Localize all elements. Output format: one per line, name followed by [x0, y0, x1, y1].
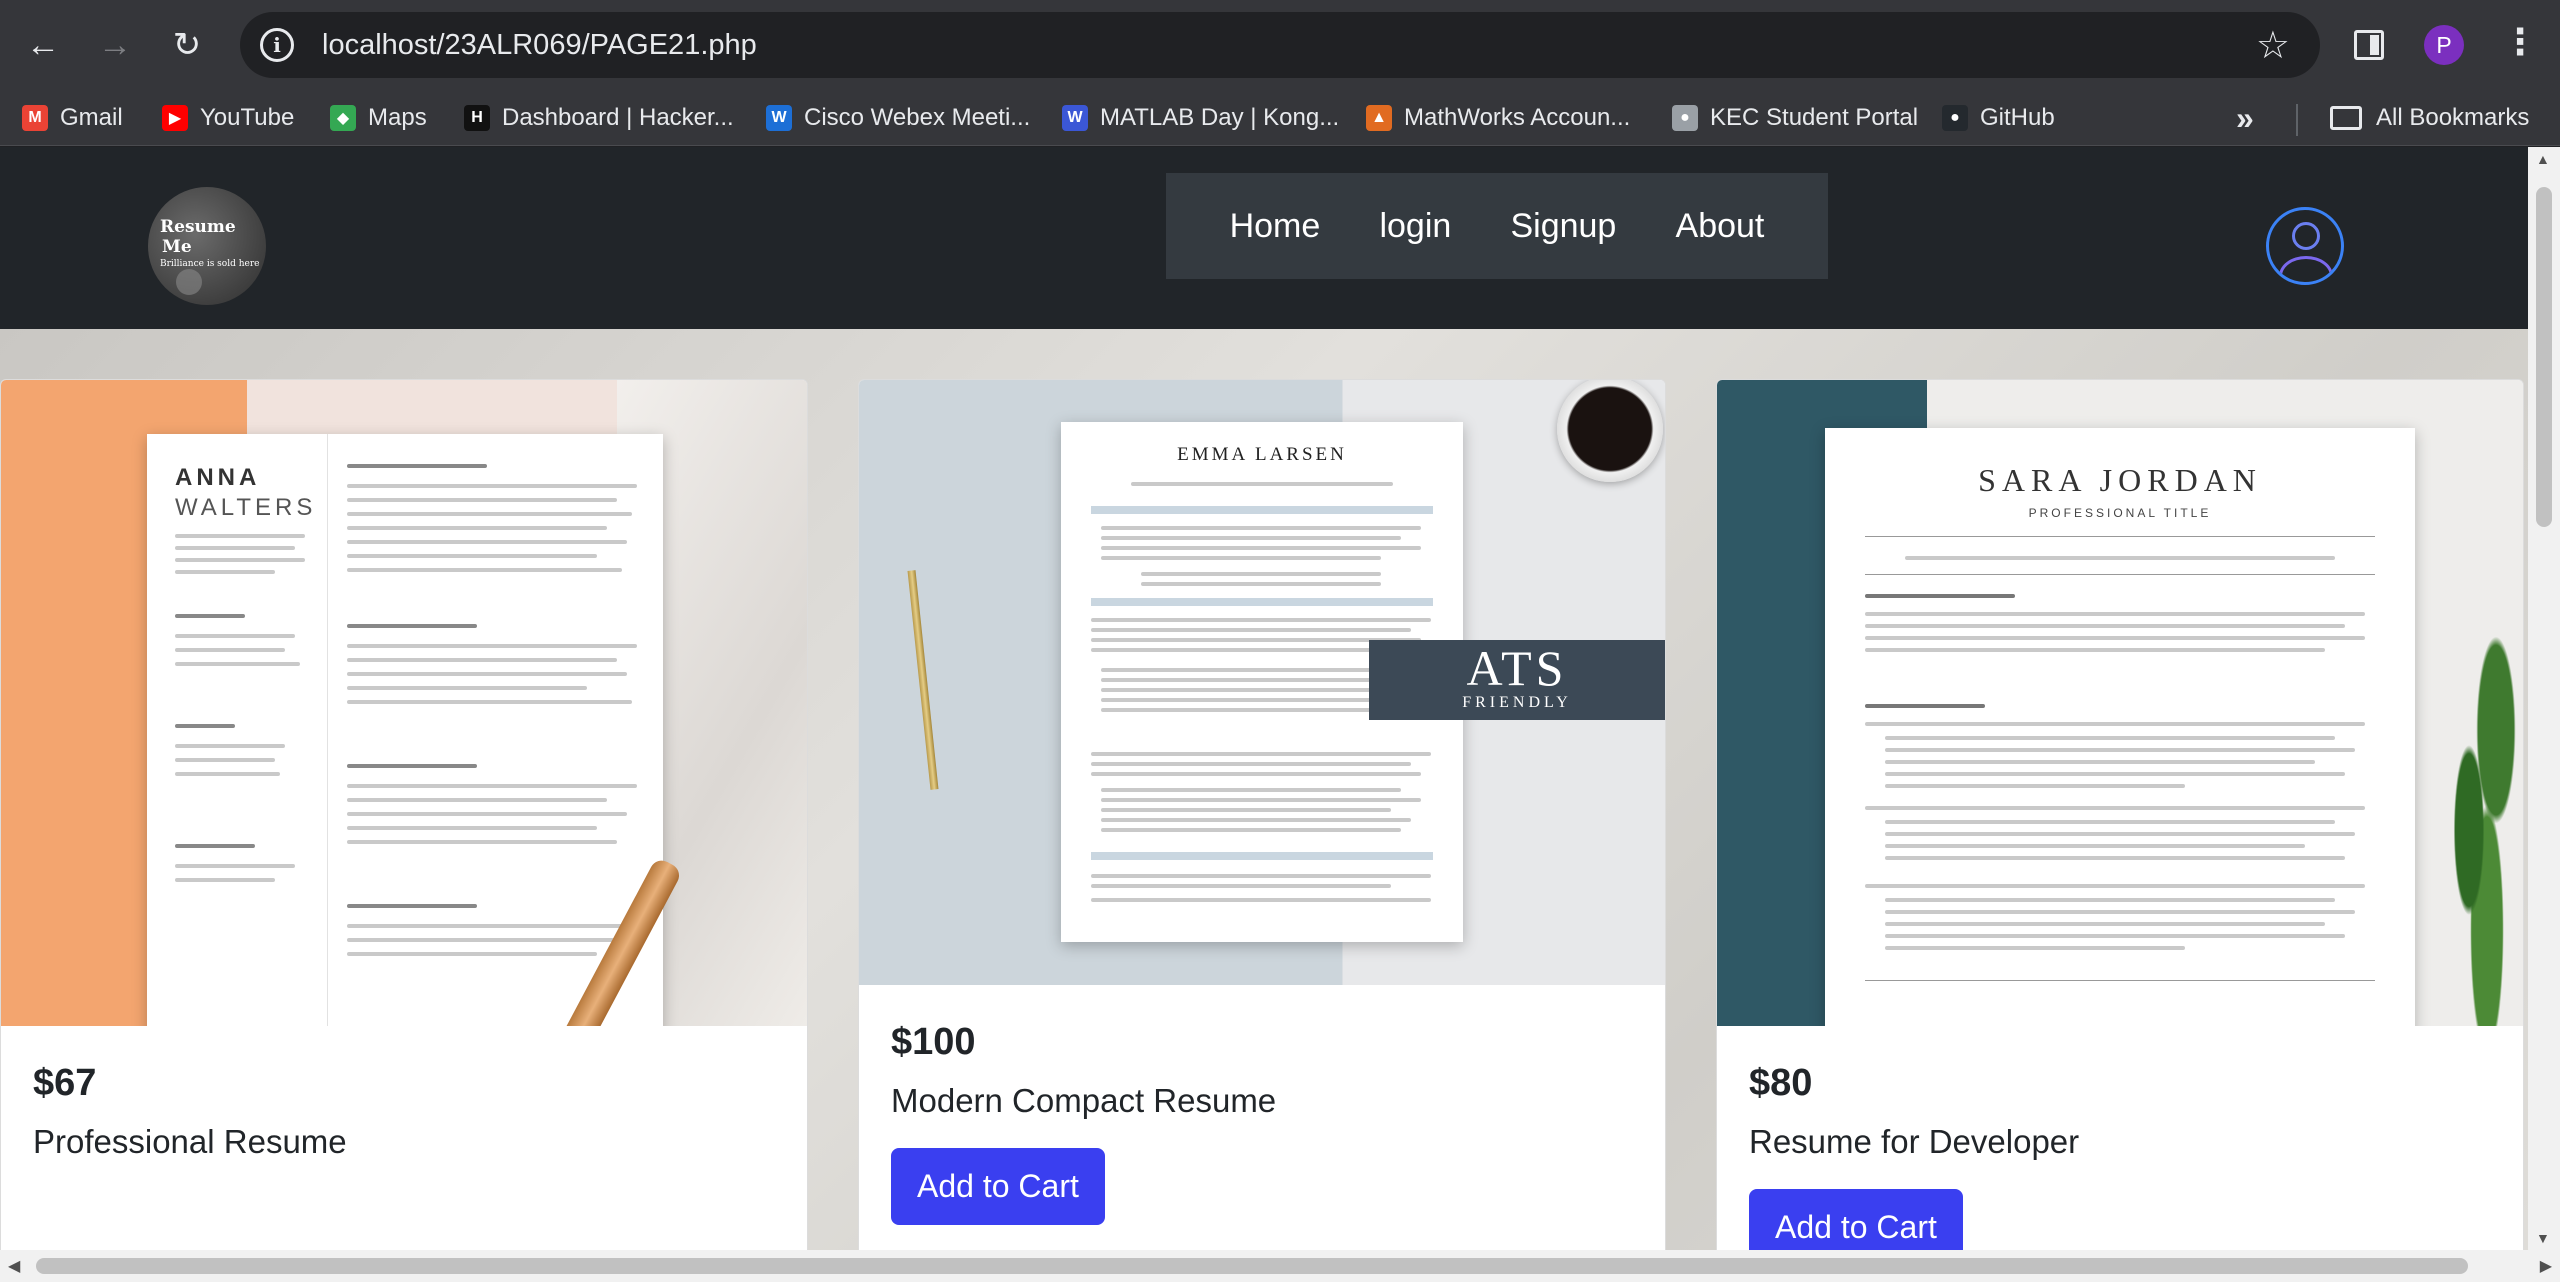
nav-about[interactable]: About: [1676, 207, 1765, 246]
logo-dot: [176, 269, 202, 295]
logo-tagline: Brilliance is sold here: [160, 259, 260, 269]
all-bookmarks-folder[interactable]: All Bookmarks: [2330, 98, 2529, 138]
bookmark-label: KEC Student Portal: [1710, 104, 1919, 131]
bookmark-star-icon[interactable]: ☆: [2256, 23, 2290, 68]
bookmark-item[interactable]: W MATLAB Day | Kong...: [1062, 98, 1339, 138]
reload-icon[interactable]: ↻: [164, 22, 210, 68]
bookmark-item[interactable]: ◆ Maps: [330, 98, 427, 138]
ats-friendly-badge: ATS FRIENDLY: [1369, 640, 1665, 720]
site-info-icon[interactable]: i: [260, 28, 294, 62]
page-viewport: Resume Me Brilliance is sold here Home l…: [0, 147, 2528, 1250]
badge-subtitle: FRIENDLY: [1462, 694, 1572, 711]
browser-toolbar: ← → ↻ i localhost/23ALR069/PAGE21.php ☆ …: [0, 0, 2560, 90]
resume-name: EMMA LARSEN: [1177, 444, 1347, 465]
globe-icon: ●: [1672, 105, 1698, 131]
bookmarks-divider: [2296, 104, 2298, 136]
bookmark-label: Cisco Webex Meeti...: [804, 104, 1031, 131]
site-logo[interactable]: Resume Me Brilliance is sold here: [148, 187, 266, 305]
product-price: $100: [891, 1021, 976, 1063]
scroll-up-icon[interactable]: ▲: [2536, 151, 2550, 167]
product-title: Modern Compact Resume: [891, 1082, 1277, 1119]
product-card: EMMA LARSEN ATS FRIENDLY $100 Modern Com…: [858, 379, 1666, 1250]
bookmark-label: Maps: [368, 104, 427, 131]
bookmark-label: MathWorks Accoun...: [1404, 104, 1631, 131]
github-icon: ●: [1942, 105, 1968, 131]
webex-icon: W: [766, 105, 792, 131]
user-account-icon[interactable]: [2266, 207, 2344, 285]
bookmarks-bar: M Gmail ▶ YouTube ◆ Maps H Dashboard | Hacker..…: [0, 90, 2560, 146]
product-title: Professional Resume: [33, 1123, 347, 1160]
resume-name: SARA JORDAN: [1978, 462, 2262, 498]
bookmark-item[interactable]: W Cisco Webex Meeti...: [766, 98, 1030, 138]
scroll-down-icon[interactable]: ▼: [2536, 1230, 2550, 1246]
bookmark-label: Gmail: [60, 104, 123, 131]
pen-image: [907, 570, 939, 790]
menu-icon[interactable]: ⋮: [2502, 24, 2538, 60]
scroll-right-icon[interactable]: ▶: [2540, 1256, 2552, 1276]
add-to-cart-button[interactable]: Add to Cart: [1749, 1189, 1963, 1250]
product-card: SARA JORDAN PROFESSIONAL TITLE $80 Resum…: [1716, 379, 2524, 1250]
bookmark-label: Dashboard | Hacker...: [502, 104, 734, 131]
resume-surname: WALTERS: [175, 494, 317, 521]
resume-preview-image: SARA JORDAN PROFESSIONAL TITLE: [1717, 380, 2523, 1026]
maps-icon: ◆: [330, 105, 356, 131]
coffee-cup-image: [1557, 380, 1663, 482]
folder-icon: [2330, 106, 2362, 130]
horizontal-scrollbar[interactable]: ◀ ▶: [0, 1250, 2560, 1282]
resume-preview-image: ANNA WALTERS: [1, 380, 807, 1026]
resume-subtitle: PROFESSIONAL TITLE: [2028, 506, 2212, 520]
add-to-cart-button[interactable]: Add to Cart: [891, 1148, 1105, 1225]
product-card: ANNA WALTERS $67 Professional Resume: [0, 379, 808, 1250]
address-bar[interactable]: i localhost/23ALR069/PAGE21.php ☆: [240, 12, 2320, 78]
all-bookmarks-label: All Bookmarks: [2376, 104, 2530, 131]
bookmark-item[interactable]: ● GitHub: [1942, 98, 2055, 138]
plant-image: [2433, 530, 2523, 1026]
bookmark-label: YouTube: [200, 104, 295, 131]
logo-line2: Me: [162, 237, 192, 257]
site-nav: Home login Signup About: [1166, 173, 1828, 279]
product-title: Resume for Developer: [1749, 1123, 2080, 1160]
horizontal-scroll-thumb[interactable]: [36, 1258, 2468, 1274]
gmail-icon: M: [22, 105, 48, 131]
bookmark-item[interactable]: H Dashboard | Hacker...: [464, 98, 734, 138]
product-price: $67: [33, 1062, 97, 1104]
bookmark-label: MATLAB Day | Kong...: [1100, 104, 1340, 131]
nav-signup[interactable]: Signup: [1510, 207, 1616, 246]
product-price: $80: [1749, 1062, 1813, 1104]
side-panel-icon[interactable]: [2354, 30, 2384, 60]
resume-name: ANNA: [175, 464, 261, 491]
bookmark-label: GitHub: [1980, 104, 2055, 131]
site-header: Resume Me Brilliance is sold here Home l…: [0, 147, 2528, 329]
back-icon[interactable]: ←: [20, 22, 66, 68]
nav-login[interactable]: login: [1379, 207, 1451, 246]
resume-preview-image: EMMA LARSEN ATS FRIENDLY: [859, 380, 1665, 985]
forward-icon[interactable]: →: [92, 22, 138, 68]
bookmark-item[interactable]: ● KEC Student Portal: [1672, 98, 1918, 138]
scroll-left-icon[interactable]: ◀: [8, 1256, 20, 1276]
logo-line1: Resume: [160, 217, 236, 237]
vertical-scroll-thumb[interactable]: [2536, 187, 2552, 527]
profile-avatar[interactable]: P: [2424, 25, 2464, 65]
hackerrank-icon: H: [464, 105, 490, 131]
mathworks-icon: ▲: [1366, 105, 1392, 131]
bookmark-item[interactable]: ▶ YouTube: [162, 98, 294, 138]
url-text[interactable]: localhost/23ALR069/PAGE21.php: [322, 29, 757, 62]
more-bookmarks-icon[interactable]: »: [2236, 100, 2254, 137]
bookmark-item[interactable]: ▲ MathWorks Accoun...: [1366, 98, 1630, 138]
kongu-icon: W: [1062, 105, 1088, 131]
vertical-scrollbar[interactable]: ▲ ▼: [2528, 147, 2560, 1250]
youtube-icon: ▶: [162, 105, 188, 131]
nav-home[interactable]: Home: [1230, 207, 1321, 246]
badge-title: ATS: [1466, 640, 1568, 696]
bookmark-item[interactable]: M Gmail: [22, 98, 123, 138]
